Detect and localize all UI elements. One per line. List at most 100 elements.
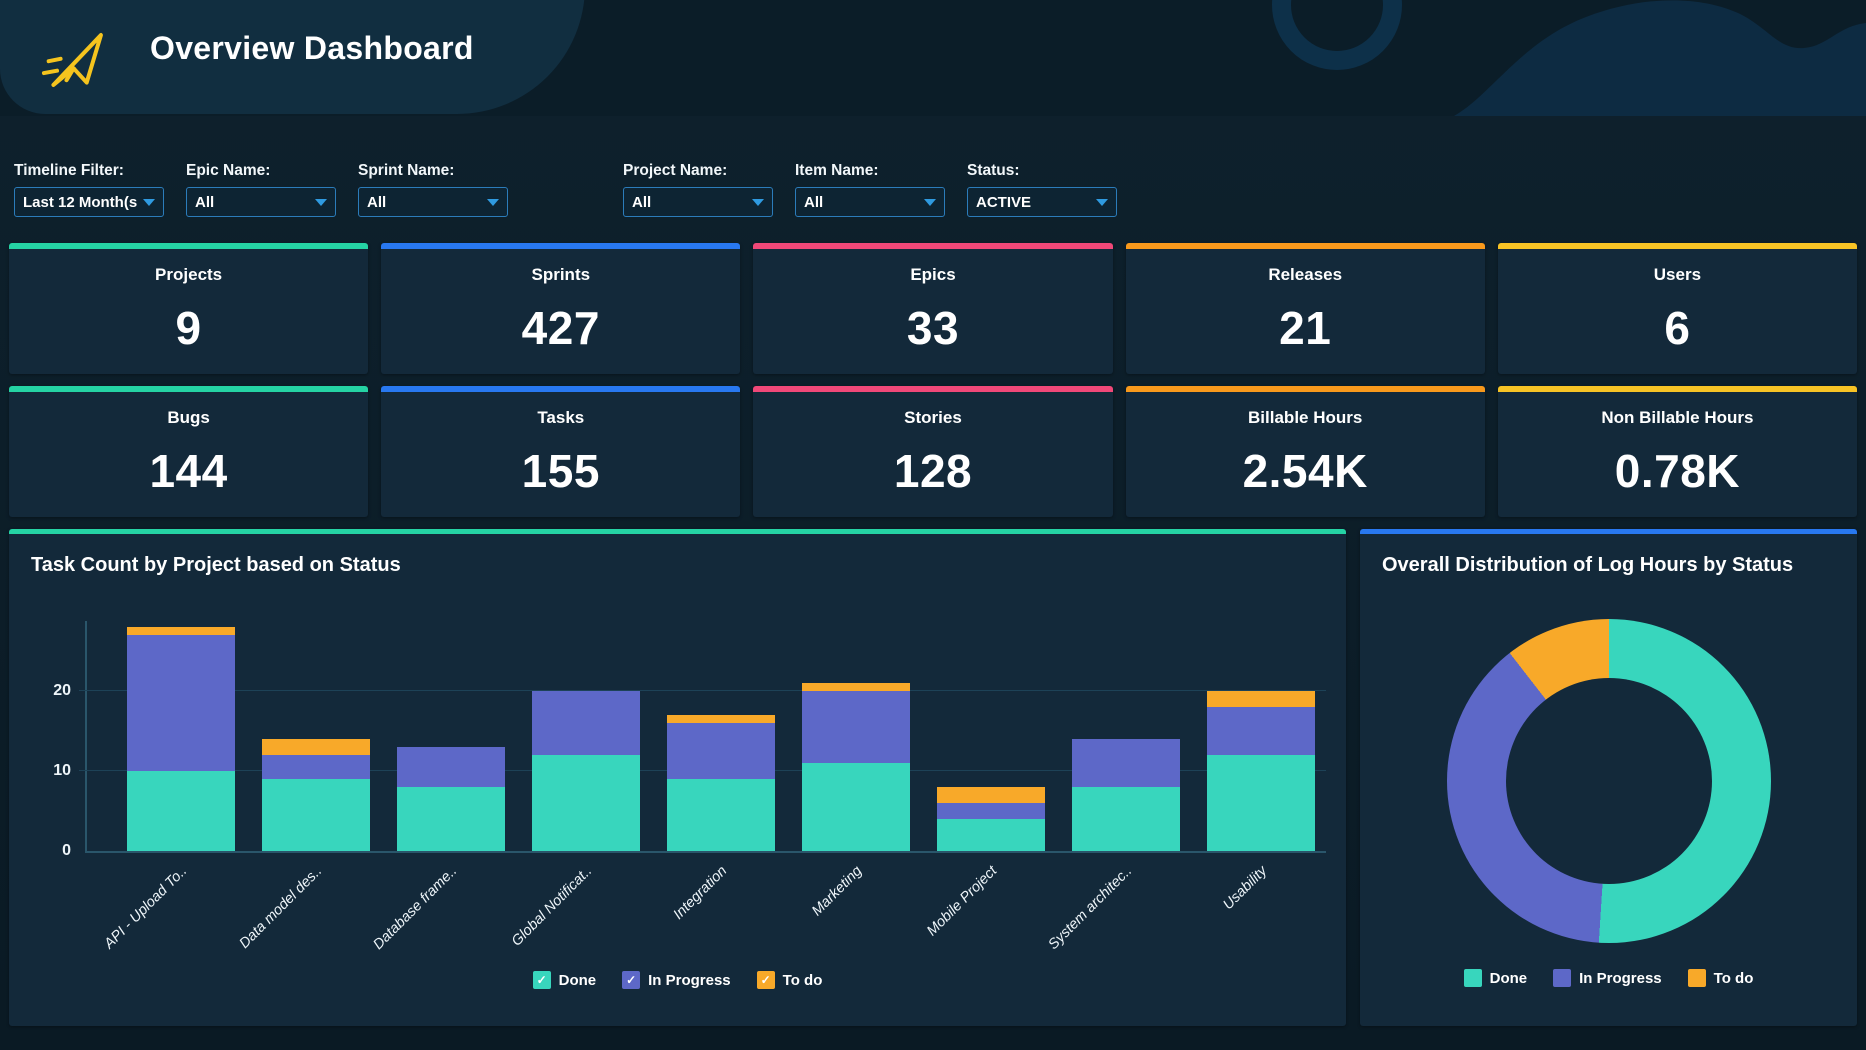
bar-system-architec-[interactable] — [1072, 739, 1180, 851]
legend-swatch — [1464, 969, 1482, 987]
chevron-down-icon — [752, 199, 764, 206]
bar-segment-in-progress[interactable] — [667, 723, 775, 779]
kpi-card-billable-hours[interactable]: Billable Hours 2.54K — [1126, 386, 1485, 517]
legend-item-done[interactable]: Done — [1464, 969, 1528, 987]
bar-chart-plot: 01020 — [85, 621, 1326, 853]
bar-segment-in-progress[interactable] — [1072, 739, 1180, 787]
legend-label: In Progress — [648, 972, 731, 989]
kpi-card-epics[interactable]: Epics 33 — [753, 243, 1112, 374]
x-axis-label: Data model des.. — [236, 863, 325, 952]
bar-integration[interactable] — [667, 715, 775, 851]
legend-label: In Progress — [1579, 970, 1662, 987]
kpi-card-tasks[interactable]: Tasks 155 — [381, 386, 740, 517]
bar-segment-to-do[interactable] — [802, 683, 910, 691]
bar-segment-done[interactable] — [262, 779, 370, 851]
x-axis-label: System architec.. — [1045, 863, 1135, 953]
gridline — [79, 690, 1326, 691]
filter-status-label: Status: — [967, 162, 1117, 180]
bar-segment-done[interactable] — [802, 763, 910, 851]
bar-chart-panel: Task Count by Project based on Status 01… — [9, 529, 1346, 1026]
bar-segment-in-progress[interactable] — [802, 691, 910, 763]
filter-sprint: Sprint Name: All — [358, 162, 508, 217]
filter-timeline-label: Timeline Filter: — [14, 162, 164, 180]
bar-segment-to-do[interactable] — [937, 787, 1045, 803]
kpi-card-users[interactable]: Users 6 — [1498, 243, 1857, 374]
donut-chart-legend: Done In Progress To do — [1360, 969, 1857, 987]
kpi-card-projects[interactable]: Projects 9 — [9, 243, 368, 374]
x-axis-label: API - Upload To.. — [101, 863, 190, 952]
filter-project-select[interactable]: All — [623, 187, 773, 217]
bar-segment-in-progress[interactable] — [127, 635, 235, 771]
filter-project-label: Project Name: — [623, 162, 773, 180]
legend-label: Done — [1490, 970, 1528, 987]
bar-chart-area: 01020 — [85, 621, 1326, 853]
x-axis-label: Global Notificat.. — [509, 863, 596, 950]
filter-timeline-select[interactable]: Last 12 Month(s) — [14, 187, 164, 217]
filter-item-select[interactable]: All — [795, 187, 945, 217]
bar-segment-done[interactable] — [937, 819, 1045, 851]
bar-segment-in-progress[interactable] — [532, 691, 640, 755]
app-logo-icon — [38, 22, 114, 98]
donut-hole — [1506, 678, 1712, 884]
x-axis-label: Usability — [1220, 863, 1270, 913]
legend-checkbox-icon: ✓ — [622, 971, 640, 989]
bar-segment-done[interactable] — [397, 787, 505, 851]
bar-api-upload-to-[interactable] — [127, 627, 235, 851]
filter-status-select[interactable]: ACTIVE — [967, 187, 1117, 217]
x-axis-label: Marketing — [809, 863, 865, 919]
legend-label: To do — [1714, 970, 1754, 987]
bar-segment-in-progress[interactable] — [1207, 707, 1315, 755]
legend-checkbox-icon: ✓ — [757, 971, 775, 989]
filter-bar: Timeline Filter: Last 12 Month(s) Epic N… — [0, 116, 1866, 217]
page-title: Overview Dashboard — [150, 30, 474, 67]
bar-global-notificat-[interactable] — [532, 691, 640, 851]
bar-segment-done[interactable] — [1072, 787, 1180, 851]
bar-chart-title: Task Count by Project based on Status — [9, 534, 1346, 577]
legend-item-done[interactable]: ✓ Done — [533, 971, 597, 989]
filter-item: Item Name: All — [795, 162, 945, 217]
x-axis-labels: API - Upload To.. Data model des.. Databas… — [85, 853, 1346, 969]
donut-chart-title: Overall Distribution of Log Hours by Sta… — [1360, 534, 1857, 577]
bar-mobile-project[interactable] — [937, 787, 1045, 851]
bar-database-frame-[interactable] — [397, 747, 505, 851]
bar-segment-in-progress[interactable] — [937, 803, 1045, 819]
header-ring-decoration — [1272, 0, 1402, 70]
x-axis-label: Database frame.. — [370, 863, 460, 953]
chevron-down-icon — [1096, 199, 1108, 206]
bar-chart-legend: ✓ Done ✓ In Progress ✓ To do — [9, 971, 1346, 989]
bar-segment-to-do[interactable] — [127, 627, 235, 635]
legend-item-in-progress[interactable]: ✓ In Progress — [622, 971, 731, 989]
kpi-card-stories[interactable]: Stories 128 — [753, 386, 1112, 517]
bar-segment-done[interactable] — [667, 779, 775, 851]
donut-chart[interactable] — [1447, 619, 1771, 943]
bar-segment-in-progress[interactable] — [397, 747, 505, 787]
kpi-card-sprints[interactable]: Sprints 427 — [381, 243, 740, 374]
bar-usability[interactable] — [1207, 691, 1315, 851]
bar-segment-to-do[interactable] — [667, 715, 775, 723]
chevron-down-icon — [924, 199, 936, 206]
legend-item-to-do[interactable]: ✓ To do — [757, 971, 823, 989]
legend-item-to-do[interactable]: To do — [1688, 969, 1754, 987]
legend-swatch — [1688, 969, 1706, 987]
kpi-card-bugs[interactable]: Bugs 144 — [9, 386, 368, 517]
bar-segment-to-do[interactable] — [1207, 691, 1315, 707]
legend-label: Done — [559, 972, 597, 989]
kpi-card-non-billable-hours[interactable]: Non Billable Hours 0.78K — [1498, 386, 1857, 517]
legend-item-in-progress[interactable]: In Progress — [1553, 969, 1662, 987]
chevron-down-icon — [487, 199, 499, 206]
bar-segment-done[interactable] — [532, 755, 640, 851]
filter-epic-select[interactable]: All — [186, 187, 336, 217]
bar-data-model-des-[interactable] — [262, 739, 370, 851]
kpi-card-releases[interactable]: Releases 21 — [1126, 243, 1485, 374]
legend-checkbox-icon: ✓ — [533, 971, 551, 989]
bar-segment-done[interactable] — [1207, 755, 1315, 851]
filter-epic-label: Epic Name: — [186, 162, 336, 180]
filter-sprint-select[interactable]: All — [358, 187, 508, 217]
legend-label: To do — [783, 972, 823, 989]
bar-segment-in-progress[interactable] — [262, 755, 370, 779]
filter-sprint-label: Sprint Name: — [358, 162, 508, 180]
bar-segment-done[interactable] — [127, 771, 235, 851]
x-axis-label: Mobile Project — [924, 863, 1000, 939]
bar-marketing[interactable] — [802, 683, 910, 851]
bar-segment-to-do[interactable] — [262, 739, 370, 755]
